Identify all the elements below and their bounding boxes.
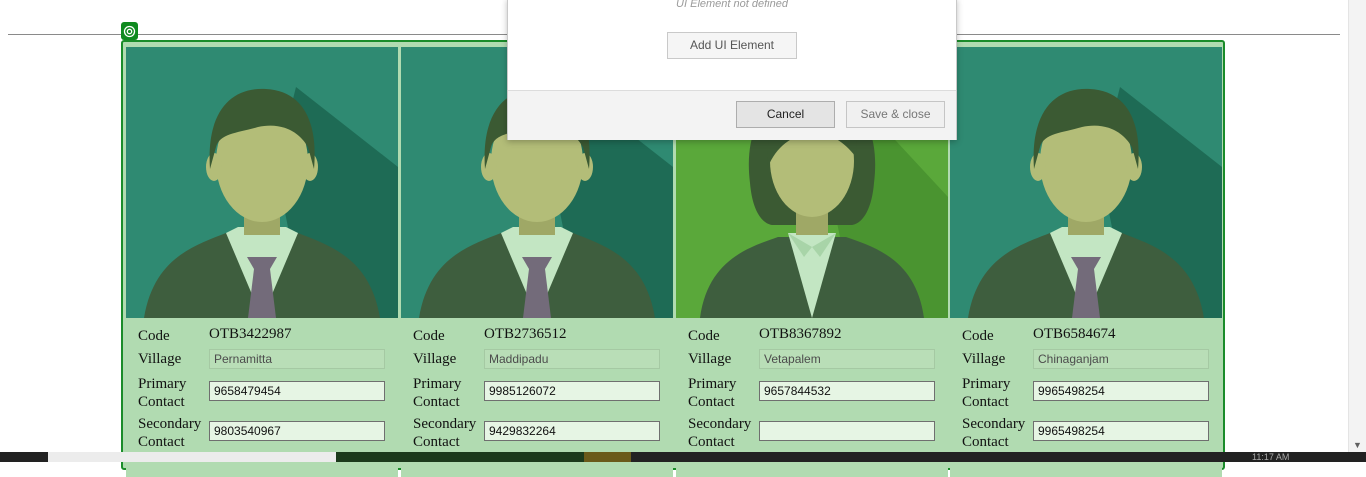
village-label: Village xyxy=(688,351,732,367)
secondary-contact-label: Secondary xyxy=(138,416,202,432)
ui-element-dialog: UI Element not defined Add UI Element Ca… xyxy=(507,0,957,140)
code-label: Code xyxy=(138,328,170,344)
secondary-contact-label: Secondary xyxy=(688,416,752,432)
taskbar-active-app[interactable] xyxy=(584,452,631,462)
secondary-contact-label-2: Contact xyxy=(413,434,460,450)
save-close-button[interactable]: Save & close xyxy=(846,101,945,128)
village-label: Village xyxy=(138,351,182,367)
add-ui-element-button[interactable]: Add UI Element xyxy=(667,32,797,59)
primary-contact-label: Primary xyxy=(688,376,737,392)
vertical-scrollbar[interactable]: ▼ xyxy=(1348,0,1366,452)
primary-contact-label-2: Contact xyxy=(138,394,185,410)
village-field: Vetapalem xyxy=(759,349,935,369)
male-avatar-icon xyxy=(126,47,398,318)
primary-contact-label-2: Contact xyxy=(413,394,460,410)
primary-contact-label: Primary xyxy=(138,376,187,392)
taskbar-clock[interactable]: 11:17 AM xyxy=(1252,452,1289,462)
primary-contact-label-2: Contact xyxy=(688,394,735,410)
secondary-contact-field[interactable]: 9429832264 xyxy=(484,421,660,441)
male-avatar-icon xyxy=(950,47,1222,318)
secondary-contact-field[interactable] xyxy=(759,421,935,441)
code-label: Code xyxy=(688,328,720,344)
secondary-contact-field[interactable]: 9803540967 xyxy=(209,421,385,441)
village-field: Maddipadu xyxy=(484,349,660,369)
primary-contact-field[interactable]: 9965498254 xyxy=(1033,381,1209,401)
code-label: Code xyxy=(962,328,994,344)
secondary-contact-field[interactable]: 9965498254 xyxy=(1033,421,1209,441)
taskbar: 11:17 AM xyxy=(0,452,1366,462)
primary-contact-field[interactable]: 9657844532 xyxy=(759,381,935,401)
cancel-button[interactable]: Cancel xyxy=(736,101,835,128)
code-label: Code xyxy=(413,328,445,344)
primary-contact-label: Primary xyxy=(962,376,1011,392)
component-anchor-icon[interactable] xyxy=(121,22,138,40)
code-value: OTB6584674 xyxy=(1033,326,1116,342)
primary-contact-field[interactable]: 9985126072 xyxy=(484,381,660,401)
taskbar-app-strip[interactable] xyxy=(336,452,626,462)
village-field: Pernamitta xyxy=(209,349,385,369)
farmer-card[interactable]: Code OTB3422987 Village Pernamitta Prima… xyxy=(126,47,398,477)
secondary-contact-label: Secondary xyxy=(962,416,1026,432)
secondary-contact-label: Secondary xyxy=(413,416,477,432)
code-value: OTB3422987 xyxy=(209,326,292,342)
scroll-down-icon[interactable]: ▼ xyxy=(1353,440,1362,450)
village-label: Village xyxy=(962,351,1006,367)
primary-contact-label-2: Contact xyxy=(962,394,1009,410)
secondary-contact-label-2: Contact xyxy=(962,434,1009,450)
code-value: OTB8367892 xyxy=(759,326,842,342)
dialog-footer: Cancel Save & close xyxy=(508,90,956,140)
ui-element-not-defined-text: UI Element not defined xyxy=(676,0,788,10)
taskbar-search-box[interactable] xyxy=(48,452,336,462)
primary-contact-label: Primary xyxy=(413,376,462,392)
secondary-contact-label-2: Contact xyxy=(138,434,185,450)
farmer-card[interactable]: Code OTB6584674 Village Chinaganjam Prim… xyxy=(950,47,1222,477)
village-field: Chinaganjam xyxy=(1033,349,1209,369)
code-value: OTB2736512 xyxy=(484,326,567,342)
secondary-contact-label-2: Contact xyxy=(688,434,735,450)
village-label: Village xyxy=(413,351,457,367)
primary-contact-field[interactable]: 9658479454 xyxy=(209,381,385,401)
